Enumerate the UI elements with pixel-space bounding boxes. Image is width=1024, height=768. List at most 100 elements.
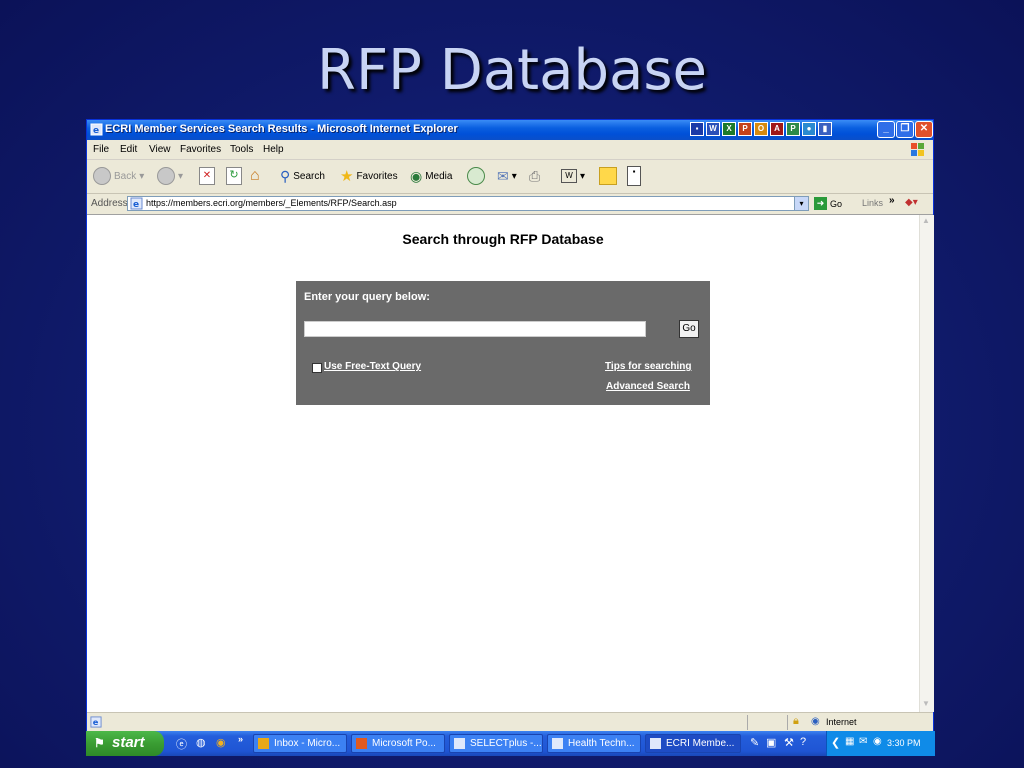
ie-window: e ECRI Member Services Search Results - … (86, 119, 934, 732)
explorer-quicklaunch-icon[interactable]: ◍ (196, 736, 206, 749)
back-button[interactable]: Back ▾ (93, 166, 144, 186)
star-icon: ★ (340, 168, 354, 185)
vertical-scrollbar[interactable]: ▲ ▼ (919, 215, 934, 712)
system-tray: ❮ ▦ ✉ ◉ 3:30 PM (826, 731, 935, 756)
printer-icon: ⎙ (529, 167, 541, 184)
task-selectplus[interactable]: SELECTplus -... (449, 734, 543, 753)
toolbar-extension-icon[interactable]: ◆▾ (905, 197, 918, 208)
favorites-button[interactable]: ★ Favorites (340, 166, 398, 186)
menu-view[interactable]: View (149, 144, 171, 155)
search-button[interactable]: ⚲ Search (280, 166, 325, 186)
close-button[interactable]: ✕ (915, 121, 933, 138)
svg-text:e: e (133, 200, 139, 210)
address-input[interactable]: e https://members.ecri.org/members/_Elem… (127, 196, 809, 211)
address-label: Address (91, 198, 128, 209)
go-button[interactable]: ➜ Go (814, 197, 842, 210)
scroll-up-arrow-icon[interactable]: ▲ (922, 216, 930, 225)
menu-tools[interactable]: Tools (230, 144, 253, 155)
search-go-button[interactable]: Go (679, 320, 699, 338)
home-button[interactable]: ⌂ (250, 166, 260, 186)
go-arrow-icon: ➜ (814, 197, 827, 210)
mail-tray-icon[interactable]: ✉ (859, 736, 867, 747)
free-text-query-link[interactable]: Use Free-Text Query (324, 361, 421, 372)
outlook-icon (258, 738, 269, 749)
chevron-right-icon[interactable]: » (238, 734, 243, 744)
menu-edit[interactable]: Edit (120, 144, 137, 155)
access-icon[interactable]: A (770, 122, 784, 136)
media-quicklaunch-icon[interactable]: ◉ (216, 736, 226, 749)
history-button[interactable] (467, 166, 485, 186)
security-zone: Internet (826, 717, 857, 727)
windows-flag-icon: ⚑ (94, 736, 105, 750)
print-button[interactable]: ⎙ (529, 166, 540, 186)
refresh-button[interactable]: ↻ (226, 166, 242, 186)
forward-button[interactable]: ▾ (157, 166, 183, 186)
network-icon[interactable]: ● (802, 122, 816, 136)
excel-icon[interactable]: X (722, 122, 736, 136)
svg-text:e: e (93, 126, 99, 136)
menu-file[interactable]: File (93, 144, 109, 155)
internet-globe-icon: ◉ (811, 716, 820, 727)
edit-word-button[interactable]: W ▾ (561, 166, 585, 186)
page-title: Search through RFP Database (402, 231, 604, 247)
powerpoint-icon[interactable]: P (738, 122, 752, 136)
messenger-button[interactable]: ▪ (627, 166, 641, 186)
start-button[interactable]: ⚑ start (86, 731, 164, 756)
task-ecri-member[interactable]: ECRI Membe... (645, 734, 741, 753)
help-tray-icon[interactable]: ? (800, 736, 806, 748)
menu-favorites[interactable]: Favorites (180, 144, 221, 155)
free-text-checkbox[interactable] (312, 363, 322, 373)
task-powerpoint[interactable]: Microsoft Po... (351, 734, 445, 753)
menu-help[interactable]: Help (263, 144, 284, 155)
svg-text:e: e (93, 717, 99, 727)
window-titlebar[interactable]: e ECRI Member Services Search Results - … (87, 120, 933, 140)
page-status-icon: e (90, 716, 102, 728)
advanced-search-link[interactable]: Advanced Search (606, 381, 690, 392)
links-button[interactable]: Links (862, 198, 883, 208)
slide-title: RFP Database (317, 38, 707, 103)
publisher-icon[interactable]: P (786, 122, 800, 136)
query-input[interactable] (304, 321, 646, 337)
media-button[interactable]: ◉ Media (410, 166, 452, 186)
task-health-tech[interactable]: Health Techn... (547, 734, 641, 753)
note-icon (599, 167, 617, 185)
mail-button[interactable]: ✉ ▾ (497, 166, 517, 186)
page-content: Search through RFP Database Enter your q… (87, 215, 917, 712)
messenger-icon: ▪ (627, 166, 641, 186)
ie-icon (552, 738, 563, 749)
minimize-button[interactable]: _ (877, 121, 895, 138)
discuss-button[interactable] (599, 166, 617, 186)
forward-arrow-icon (157, 167, 175, 185)
screen-tray-icon[interactable]: ▣ (766, 736, 776, 749)
outlook-icon[interactable]: O (754, 122, 768, 136)
ie-quicklaunch-icon[interactable]: ⓔ (176, 736, 187, 752)
task-inbox[interactable]: Inbox - Micro... (253, 734, 347, 753)
stop-button[interactable]: ✕ (199, 166, 215, 186)
chevron-left-icon[interactable]: ❮ (831, 736, 840, 749)
lock-icon: 🔒︎ (793, 715, 799, 727)
ie-icon: e (90, 123, 103, 136)
chevron-right-icon[interactable]: » (889, 195, 895, 206)
search-panel: Enter your query below: Go Use Free-Text… (296, 281, 710, 405)
chevron-down-icon: ▾ (511, 170, 517, 182)
restore-button[interactable]: ❐ (896, 121, 914, 138)
tool-tray-icon[interactable]: ⚒ (784, 736, 794, 749)
taskbar: ⚑ start ⓔ ◍ ◉ » Inbox - Micro... Microso… (86, 731, 935, 756)
status-divider (747, 715, 748, 730)
query-label: Enter your query below: (304, 291, 430, 303)
address-dropdown-button[interactable]: ▾ (794, 197, 808, 210)
address-bar: Address e https://members.ecri.org/membe… (87, 194, 933, 215)
clock: 3:30 PM (887, 738, 921, 748)
mail-icon: ✉ (497, 167, 509, 184)
app-icon[interactable]: ▪ (690, 122, 704, 136)
network-tray-icon[interactable]: ▦ (845, 736, 854, 747)
tips-for-searching-link[interactable]: Tips for searching (605, 361, 692, 372)
scroll-down-arrow-icon[interactable]: ▼ (922, 699, 930, 708)
volume-tray-icon[interactable]: ◉ (873, 736, 882, 747)
tool-icon[interactable]: ▮ (818, 122, 832, 136)
word-icon: W (561, 169, 577, 183)
pen-tray-icon[interactable]: ✎ (750, 736, 759, 749)
search-icon: ⚲ (280, 167, 291, 184)
standard-toolbar: Back ▾ ▾ ✕ ↻ ⌂ ⚲ Search ★ Favorites ◉ Me… (87, 160, 933, 194)
word-icon[interactable]: W (706, 122, 720, 136)
